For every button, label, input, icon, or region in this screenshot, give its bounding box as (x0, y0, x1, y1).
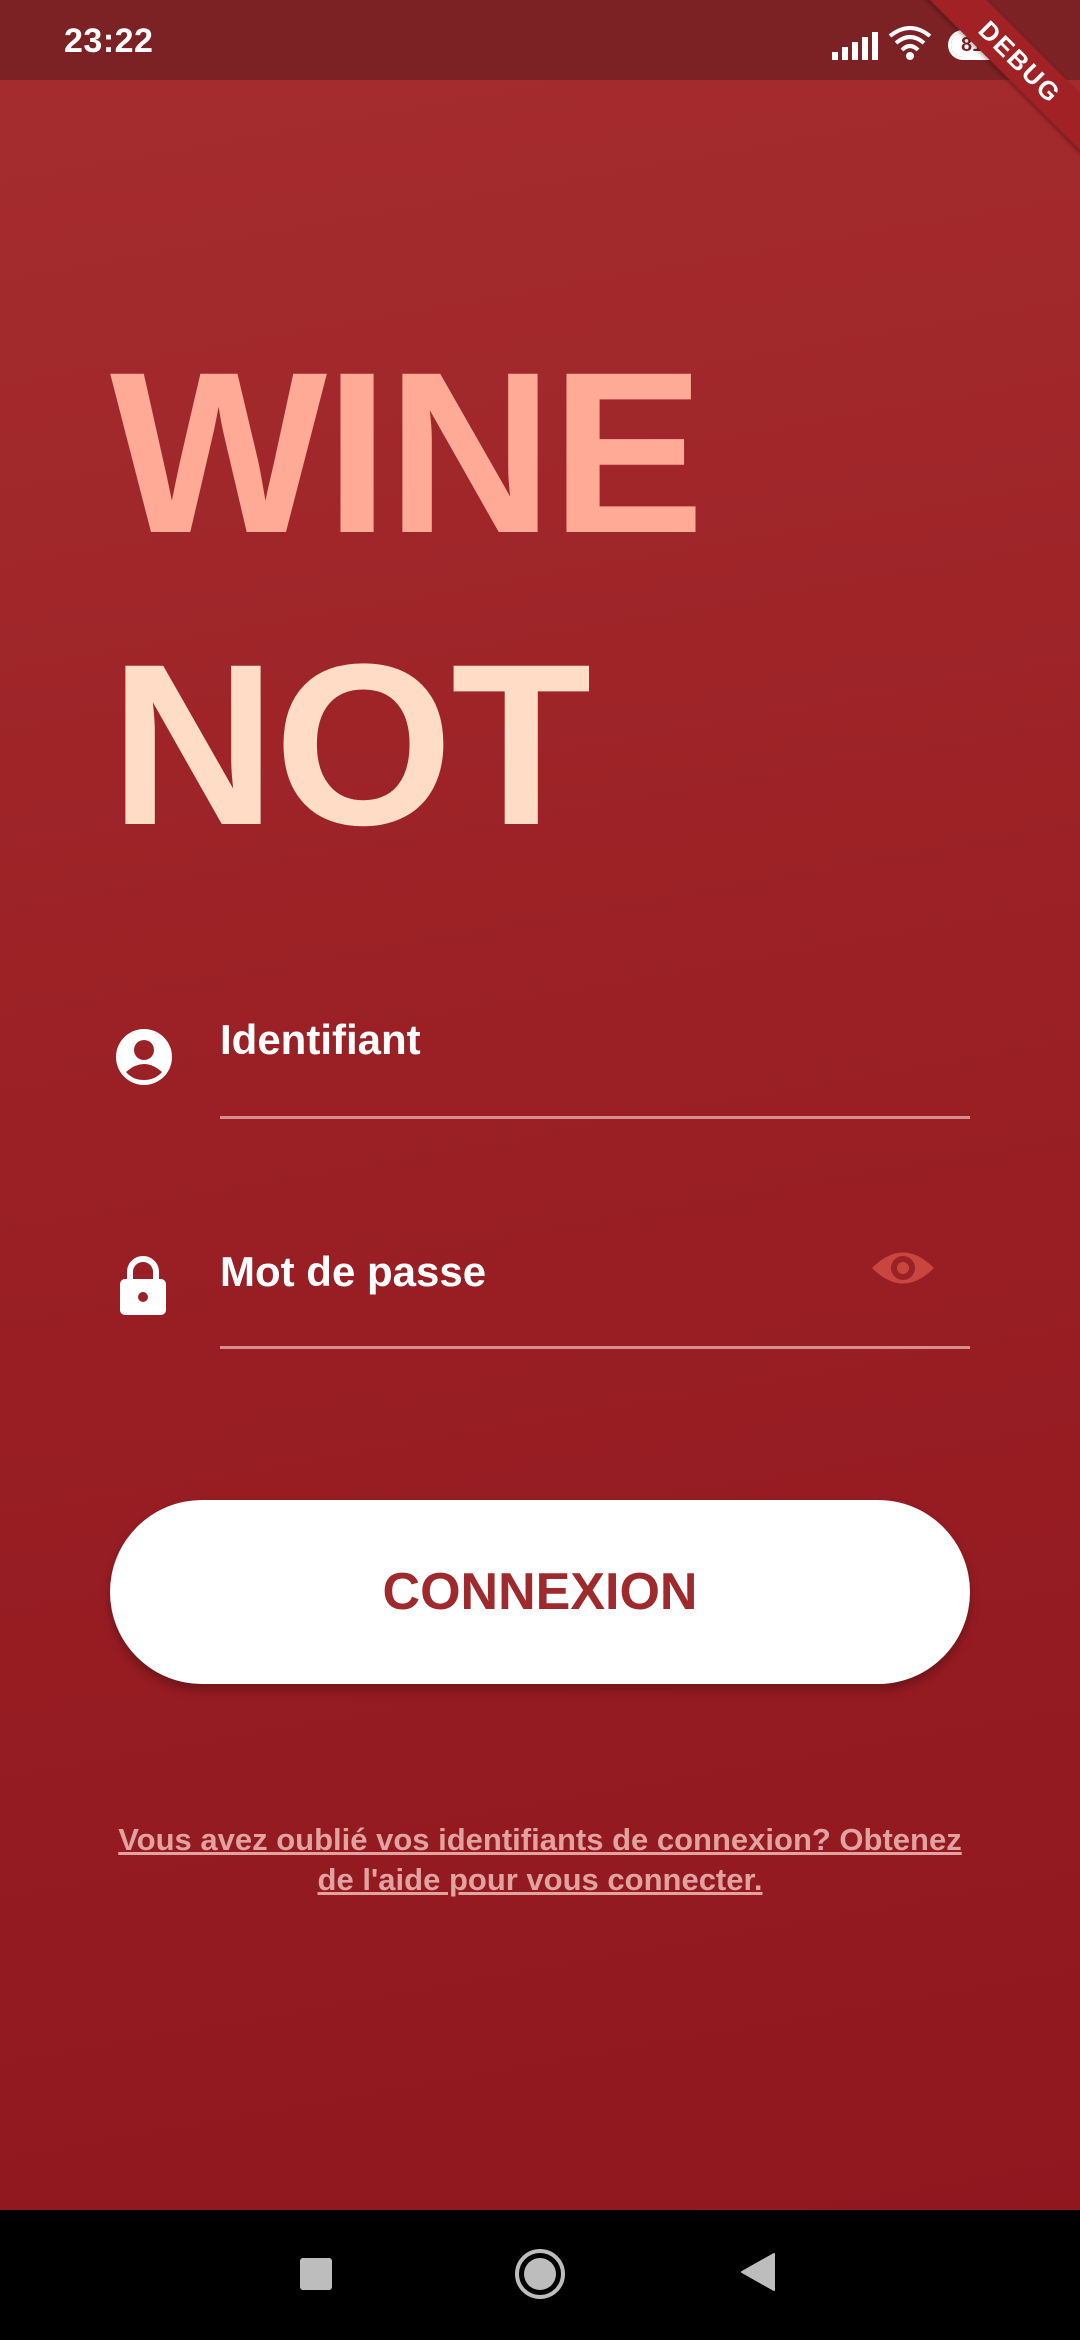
recents-square-icon[interactable] (300, 2258, 332, 2290)
login-screen: 23:22 81 DEBUG WINE NOT Identifiant CONN… (0, 0, 1080, 2340)
username-underline (220, 1116, 970, 1119)
username-input[interactable] (220, 1000, 970, 1080)
status-bar: 23:22 81 DEBUG (0, 0, 1080, 169)
wifi-icon (888, 26, 932, 60)
eye-icon[interactable] (870, 1245, 936, 1291)
status-time: 23:22 (64, 22, 154, 60)
home-circle-icon[interactable] (514, 2248, 566, 2300)
debug-banner: DEBUG (913, 0, 1080, 169)
password-underline (220, 1346, 970, 1349)
password-input[interactable] (220, 1232, 860, 1312)
logo-line-not: NOT (110, 616, 591, 873)
back-triangle-icon[interactable] (740, 2252, 776, 2292)
logo-line-wine: WINE (110, 324, 704, 581)
forgot-credentials-link[interactable]: Vous avez oublié vos identifiants de con… (110, 1820, 970, 1900)
connexion-button[interactable]: CONNEXION (110, 1500, 970, 1684)
navigation-bar (0, 2210, 1080, 2340)
signal-icon (832, 32, 878, 60)
lock-icon (120, 1256, 166, 1315)
account-circle-icon (116, 1029, 172, 1085)
